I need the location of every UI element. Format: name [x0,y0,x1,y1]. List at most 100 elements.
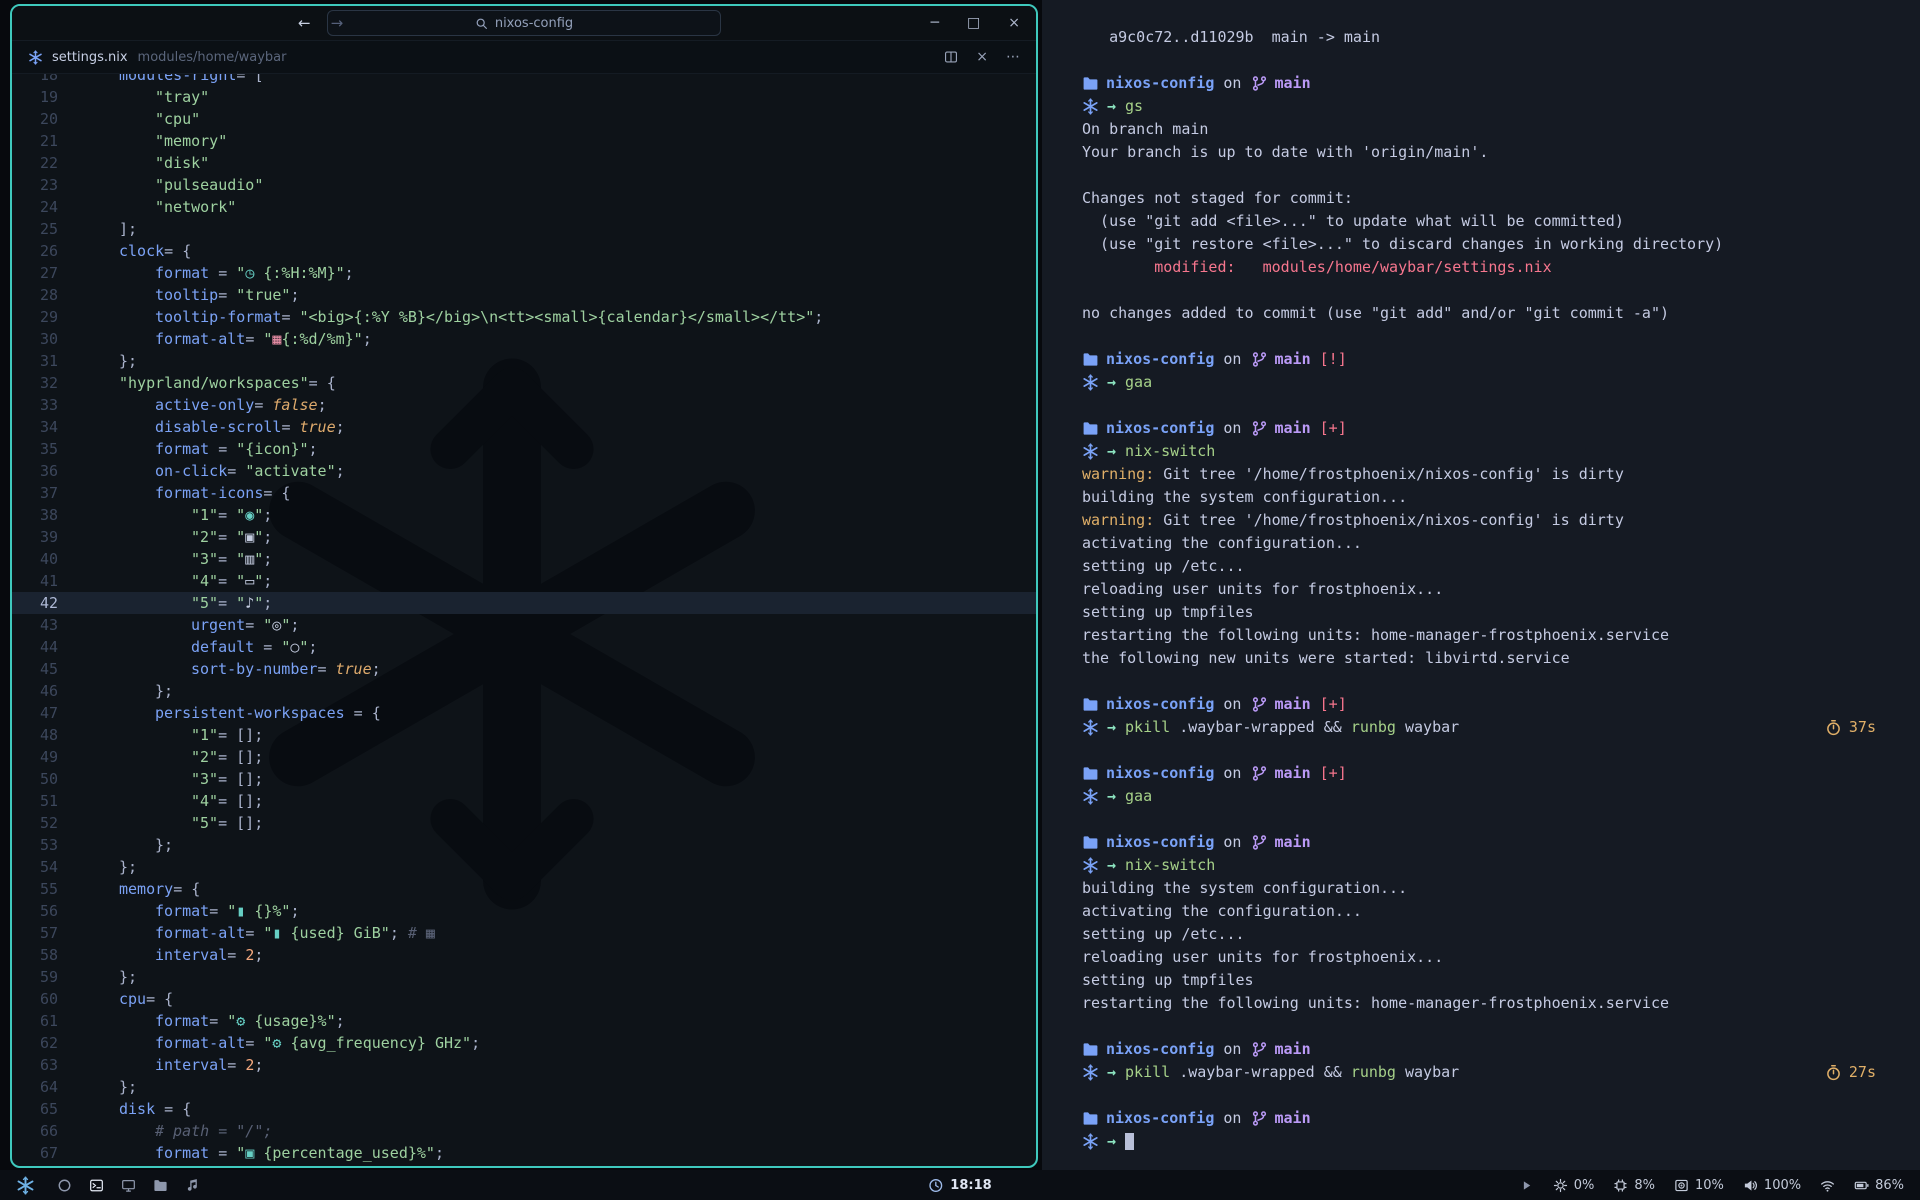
tab-filename[interactable]: settings.nix [52,50,128,65]
code-line-current[interactable]: 42"5"= "♪"; [12,592,1036,614]
code-line[interactable]: 57format-alt= "▮ {used} GiB"; # ▦ [12,922,1036,944]
code-editor[interactable]: 18modules-right= [19"tray"20"cpu"21"memo… [12,74,1036,1168]
code-text: }; [58,834,173,856]
code-line[interactable]: 36on-click= "activate"; [12,460,1036,482]
cpu-value: 0% [1574,1178,1595,1193]
disk-module[interactable]: 10% [1674,1178,1724,1193]
tab-close-button[interactable]: × [976,49,988,65]
workspace-5[interactable] [185,1178,200,1193]
code-line[interactable]: 40"3"= "▥"; [12,548,1036,570]
line-number: 57 [12,922,58,944]
code-line[interactable]: 37format-icons= { [12,482,1036,504]
timer-icon [1825,1064,1842,1081]
terminal-line: nixos-config on main [!] [1082,348,1920,371]
code-line[interactable]: 48"1"= []; [12,724,1036,746]
code-line[interactable]: 32"hyprland/workspaces"= { [12,372,1036,394]
code-line[interactable]: 61format= "⚙ {usage}%"; [12,1010,1036,1032]
code-line[interactable]: 60cpu= { [12,988,1036,1010]
code-text: "tray" [58,86,209,108]
code-line[interactable]: 67format = "▣ {percentage_used}%"; [12,1142,1036,1164]
cpu-module[interactable]: 0% [1553,1178,1595,1193]
code-line[interactable]: 64}; [12,1076,1036,1098]
code-line[interactable]: 31}; [12,350,1036,372]
terminal-line: setting up /etc... [1082,923,1920,946]
code-line[interactable]: 45sort-by-number= true; [12,658,1036,680]
code-line[interactable]: 29tooltip-format= "<big>{:%Y %B}</big>\n… [12,306,1036,328]
speaker-icon [1743,1178,1758,1193]
code-line[interactable]: 43urgent= "◎"; [12,614,1036,636]
code-line[interactable]: 25]; [12,218,1036,240]
line-number: 65 [12,1098,58,1120]
code-line[interactable]: 19"tray" [12,86,1036,108]
maximize-button[interactable]: □ [967,15,980,31]
minimize-button[interactable]: ─ [931,15,939,31]
code-line[interactable]: 23"pulseaudio" [12,174,1036,196]
code-line[interactable]: 33active-only= false; [12,394,1036,416]
code-line[interactable]: 28tooltip= "true"; [12,284,1036,306]
code-line[interactable]: 21"memory" [12,130,1036,152]
close-button[interactable]: × [1008,15,1020,31]
tray-expander-module[interactable] [1519,1178,1534,1193]
code-line[interactable]: 59}; [12,966,1036,988]
more-options-button[interactable]: ⋯ [1006,49,1020,65]
pulseaudio-module[interactable]: 100% [1743,1178,1801,1193]
terminal-line: →pkill .waybar-wrapped && runbg waybar37… [1082,716,1920,739]
code-text: "5"= []; [58,812,263,834]
code-line[interactable]: 50"3"= []; [12,768,1036,790]
code-line[interactable]: 51"4"= []; [12,790,1036,812]
code-line[interactable]: 24"network" [12,196,1036,218]
code-line[interactable]: 58interval= 2; [12,944,1036,966]
code-line[interactable]: 38"1"= "◉"; [12,504,1036,526]
code-line[interactable]: 44default = "○"; [12,636,1036,658]
code-line[interactable]: 20"cpu" [12,108,1036,130]
code-line[interactable]: 66# path = "/"; [12,1120,1036,1142]
project-search[interactable]: nixos-config [327,10,721,36]
split-pane-icon[interactable] [944,50,958,64]
code-line[interactable]: 54}; [12,856,1036,878]
workspace-1[interactable] [57,1178,72,1193]
branch-icon [1251,765,1268,782]
code-line[interactable]: 34disable-scroll= true; [12,416,1036,438]
code-line[interactable]: 49"2"= []; [12,746,1036,768]
code-text: tooltip-format= "<big>{:%Y %B}</big>\n<t… [58,306,823,328]
workspace-3[interactable] [121,1178,136,1193]
workspace-4[interactable] [153,1178,168,1193]
code-text: memory= { [58,878,200,900]
code-line[interactable]: 39"2"= "▣"; [12,526,1036,548]
network-module[interactable] [1820,1178,1835,1193]
branch-icon [1251,351,1268,368]
code-line[interactable]: 22"disk" [12,152,1036,174]
code-line[interactable]: 30format-alt= "▦{:%d/%m}"; [12,328,1036,350]
search-icon [475,17,488,30]
nix-menu-icon[interactable] [16,1176,35,1195]
code-line[interactable]: 65disk = { [12,1098,1036,1120]
code-line[interactable]: 35format = "{icon}"; [12,438,1036,460]
terminal[interactable]: a9c0c72..d11029b main -> main nixos-confi… [1042,0,1920,1170]
code-line[interactable]: 18modules-right= [ [12,74,1036,86]
code-line[interactable]: 47persistent-workspaces = { [12,702,1036,724]
code-line[interactable]: 26clock= { [12,240,1036,262]
line-number: 34 [12,416,58,438]
battery-module[interactable]: 86% [1854,1178,1904,1193]
code-line[interactable]: 62format-alt= "⚙ {avg_frequency} GHz"; [12,1032,1036,1054]
code-line[interactable]: 53}; [12,834,1036,856]
clock-module[interactable]: 18:18 [928,1178,991,1193]
back-button[interactable]: ← [298,14,311,32]
forward-button[interactable]: → [331,14,344,32]
code-line[interactable]: 68interval= 60; [12,1164,1036,1168]
terminal-line: a9c0c72..d11029b main -> main [1082,26,1920,49]
code-line[interactable]: 41"4"= "▭"; [12,570,1036,592]
workspace-2[interactable] [89,1178,104,1193]
code-text: "2"= "▣"; [58,526,272,548]
code-line[interactable]: 27format = "◷ {:%H:%M}"; [12,262,1036,284]
code-line[interactable]: 55memory= { [12,878,1036,900]
terminal-line: On branch main [1082,118,1920,141]
memory-value: 8% [1634,1178,1655,1193]
code-text: "network" [58,196,236,218]
disk-value: 10% [1695,1178,1724,1193]
code-line[interactable]: 63interval= 2; [12,1054,1036,1076]
code-line[interactable]: 56format= "▮ {}%"; [12,900,1036,922]
memory-module[interactable]: 8% [1613,1178,1655,1193]
code-line[interactable]: 52"5"= []; [12,812,1036,834]
code-line[interactable]: 46}; [12,680,1036,702]
